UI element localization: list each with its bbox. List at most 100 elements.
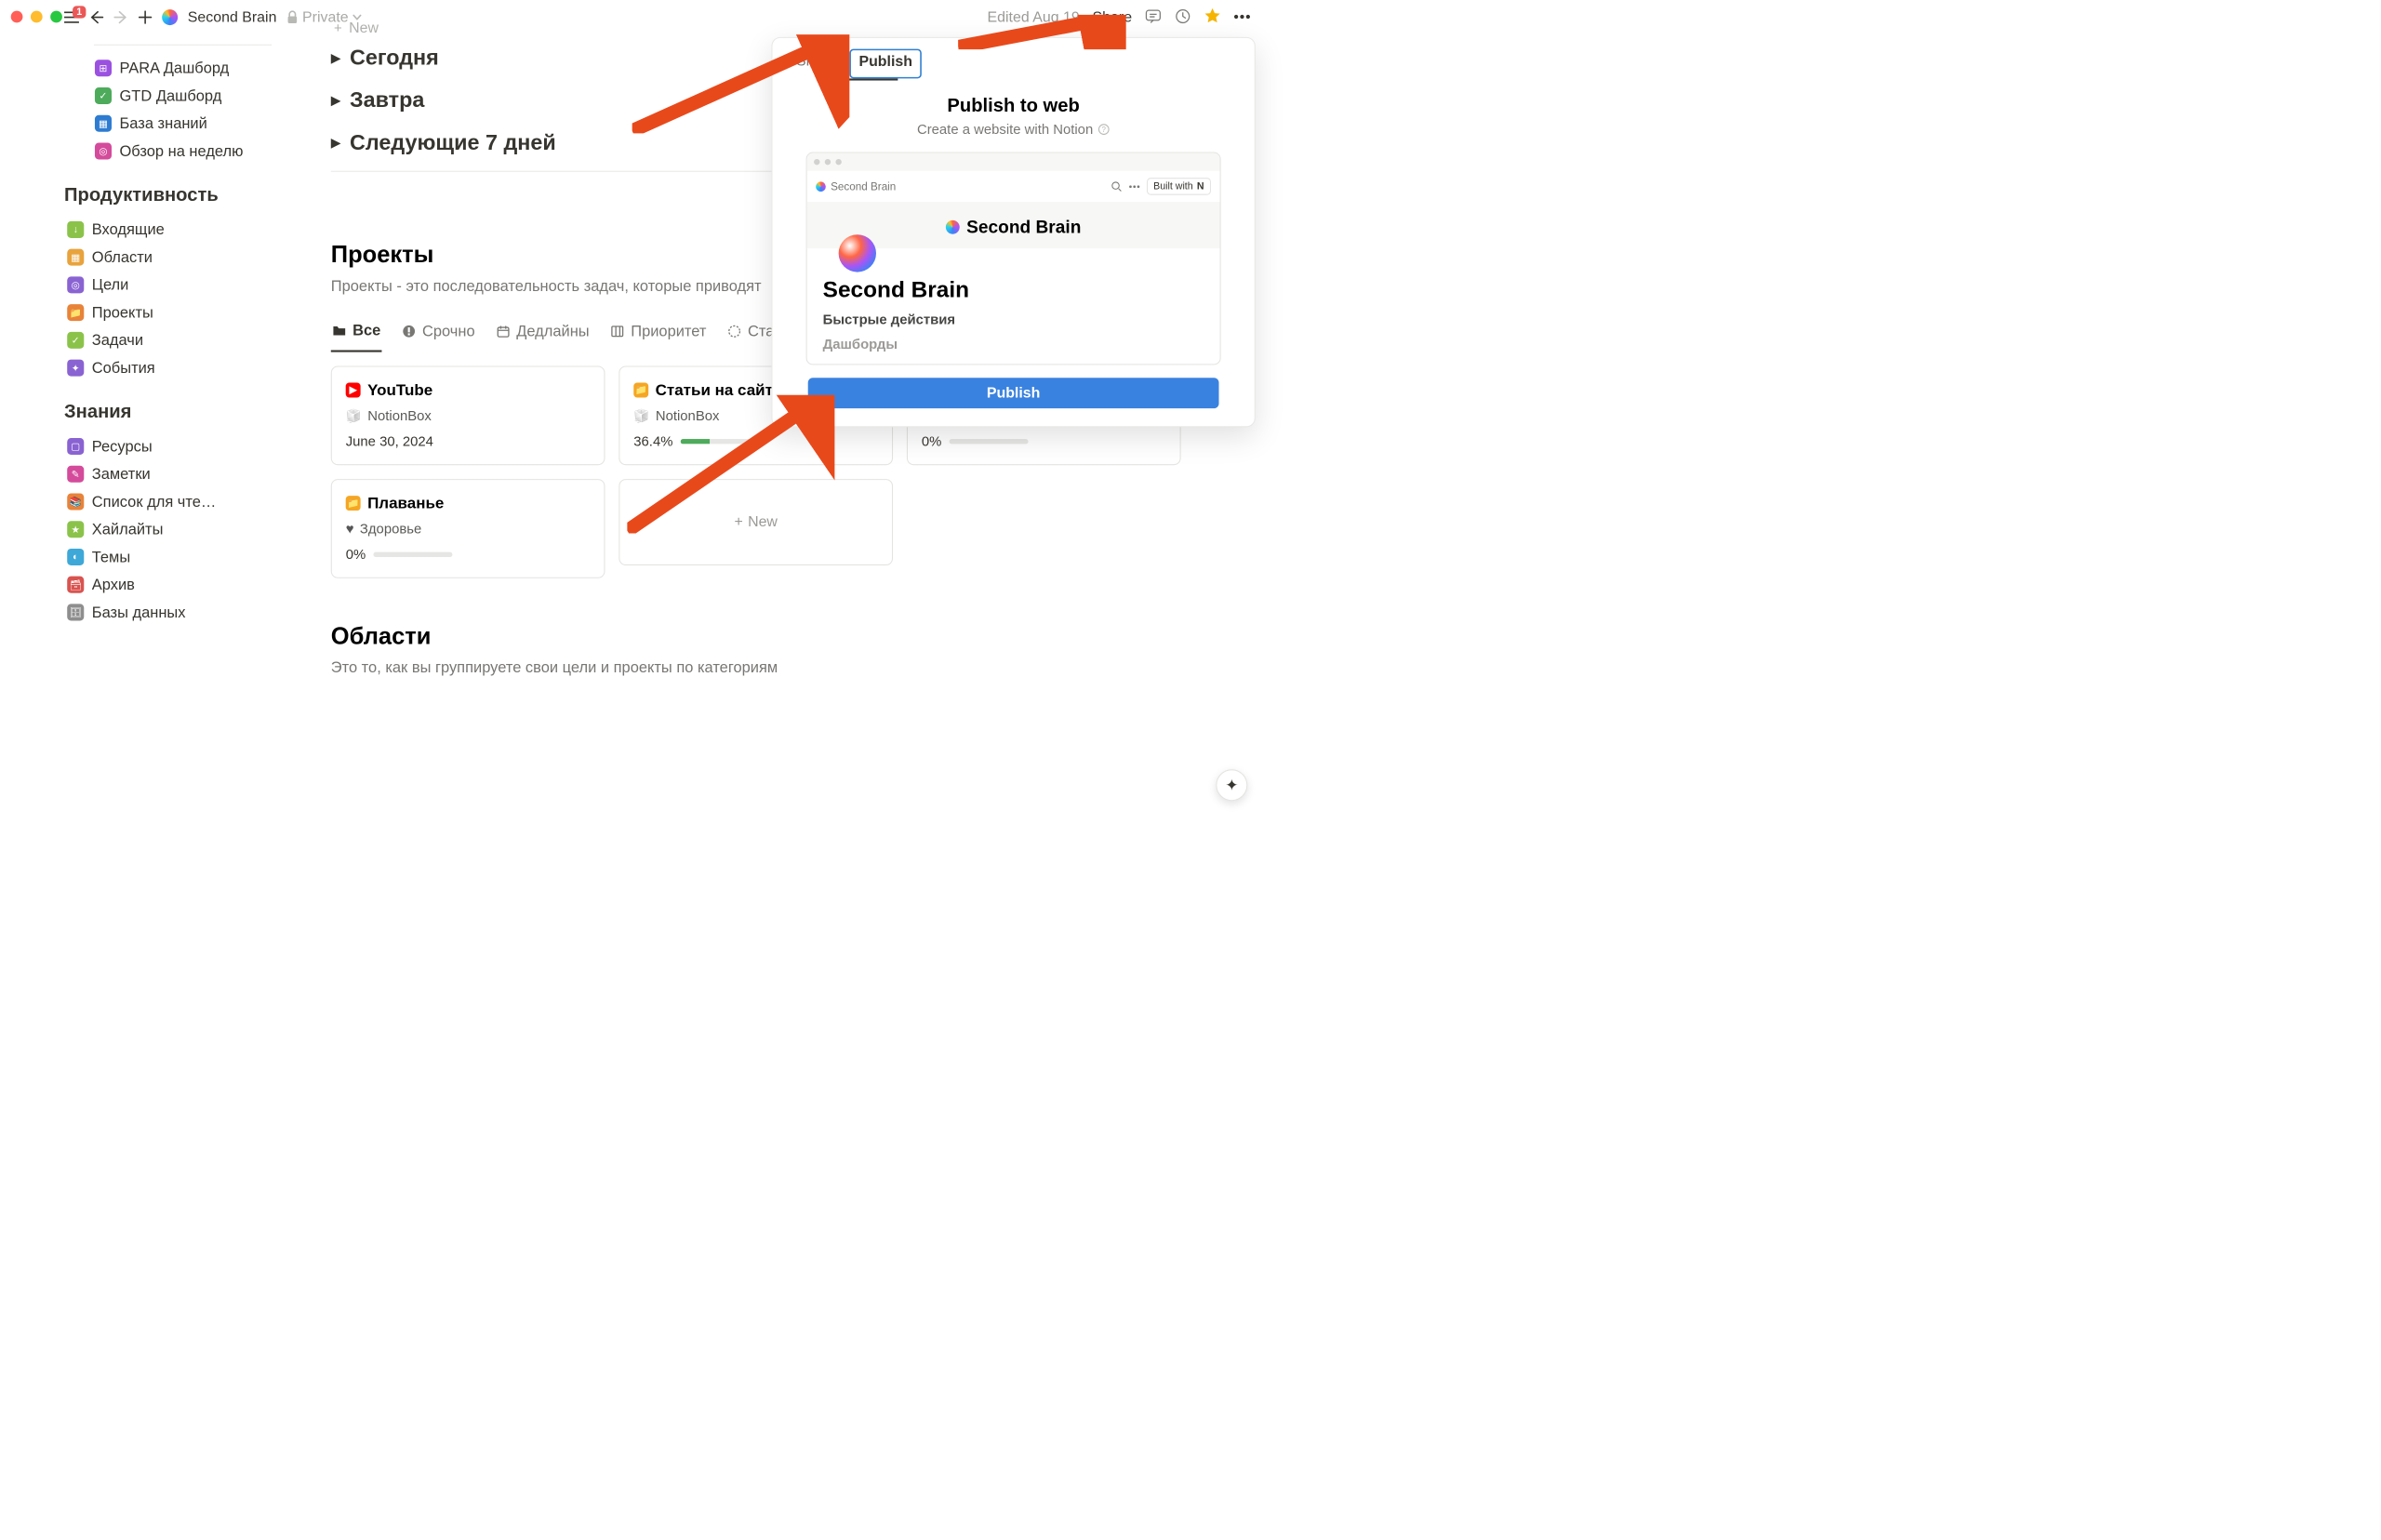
sidebar-item[interactable]: ◎ Обзор на неделю — [92, 138, 277, 166]
ai-fab-button[interactable]: ✦ — [1216, 769, 1247, 801]
sidebar-item[interactable]: ▦ База знаний — [92, 110, 277, 138]
sidebar-item-label: Заметки — [92, 465, 151, 483]
sidebar-item-label: GTD Дашборд — [120, 86, 222, 104]
card-progress-pct: 36.4% — [633, 433, 672, 449]
preview-title: Second Brain — [966, 217, 1081, 237]
sidebar: ⊞ PARA Дашборд ✓ GTD Дашборд ▦ База знан… — [64, 45, 276, 627]
card-icon: ▶ — [346, 382, 361, 397]
sidebar-item[interactable]: ✦ События — [64, 354, 276, 382]
toggle-label: Сегодня — [350, 46, 439, 71]
preview-page-icon — [839, 234, 876, 272]
new-item-ghost[interactable]: + New — [331, 20, 1265, 36]
sidebar-item-icon: ◎ — [95, 142, 112, 159]
popover-tab-share[interactable]: Share — [787, 49, 845, 79]
sidebar-heading-productivity: Продуктивность — [64, 185, 276, 206]
publish-button[interactable]: Publish — [808, 378, 1219, 408]
card-area: Здоровье — [360, 521, 421, 537]
sidebar-item[interactable]: ★ Хайлайты — [64, 515, 276, 543]
tab-icon — [610, 324, 625, 339]
new-project-card[interactable]: +New — [619, 479, 893, 565]
project-card[interactable]: ▶ YouTube 🧊NotionBox June 30, 2024 — [331, 365, 605, 465]
sidebar-item[interactable]: ▢ Ресурсы — [64, 432, 276, 460]
tab-icon — [496, 324, 511, 339]
sidebar-item[interactable]: ▦ Области — [64, 244, 276, 272]
popover-heading: Publish to web — [791, 95, 1237, 116]
sidebar-item-icon: 📁 — [67, 304, 84, 321]
sidebar-item[interactable]: 📚 Список для чте… — [64, 488, 276, 516]
sidebar-item-label: Ресурсы — [92, 437, 153, 455]
back-button[interactable] — [89, 10, 104, 25]
search-icon — [1111, 181, 1122, 192]
sidebar-item-icon: ◐ — [67, 549, 84, 565]
view-tab[interactable]: Срочно — [401, 316, 476, 351]
popover-tab-publish[interactable]: Publish — [849, 49, 922, 79]
preview-line-2: Дашборды — [823, 337, 1204, 352]
card-progress-bar — [681, 439, 760, 444]
sidebar-item-icon: ✦ — [67, 360, 84, 377]
new-tab-button[interactable] — [139, 10, 153, 24]
sidebar-toggle-button[interactable]: 1 — [64, 11, 79, 24]
sidebar-item-label: База знаний — [120, 114, 207, 132]
sidebar-item-label: Архив — [92, 576, 135, 593]
sidebar-item-icon: 🗃 — [67, 577, 84, 593]
areas-subtitle: Это то, как вы группируете свои цели и п… — [331, 658, 1265, 676]
card-progress-bar — [374, 552, 453, 557]
card-title: YouTube — [367, 380, 432, 399]
help-icon[interactable]: ? — [1098, 124, 1111, 136]
view-tab[interactable]: Приоритет — [609, 316, 708, 351]
sidebar-item-label: Цели — [92, 276, 129, 294]
project-card[interactable]: 📁 Плаванье ♥Здоровье 0% — [331, 479, 605, 578]
sidebar-item-label: Входящие — [92, 220, 165, 238]
sidebar-item-icon: ▢ — [67, 438, 84, 455]
sidebar-item-label: Хайлайты — [92, 521, 164, 538]
toggle-label: Следующие 7 дней — [350, 130, 556, 155]
publish-preview: Second Brain Built withN Second Brain Se… — [806, 153, 1221, 365]
preview-page-h1: Second Brain — [823, 276, 1204, 303]
sidebar-item[interactable]: ◐ Темы — [64, 543, 276, 571]
sidebar-item[interactable]: ↓ Входящие — [64, 216, 276, 244]
sidebar-item-icon: ⊞ — [95, 60, 112, 76]
share-popover: Share Publish Publish to web Create a we… — [771, 37, 1255, 427]
sidebar-item[interactable]: 🗄 Базы данных — [64, 599, 276, 627]
forward-button[interactable] — [113, 10, 128, 25]
new-label: New — [349, 20, 379, 36]
sidebar-item-icon: 🗄 — [67, 604, 84, 620]
view-tab[interactable]: Все — [331, 315, 382, 352]
tab-label: Приоритет — [631, 323, 706, 340]
sidebar-item[interactable]: ◎ Цели — [64, 272, 276, 299]
sidebar-item[interactable]: ⊞ PARA Дашборд — [92, 54, 277, 82]
sidebar-item-icon: ✓ — [67, 332, 84, 349]
preview-line-1: Быстрые действия — [823, 312, 1204, 327]
sidebar-item[interactable]: 📁 Проекты — [64, 299, 276, 326]
popover-subtitle: Create a website with Notion ? — [917, 122, 1110, 138]
sidebar-item-icon: ✓ — [95, 87, 112, 104]
toggle-label: Завтра — [350, 88, 424, 113]
sidebar-item-label: Обзор на неделю — [120, 142, 244, 160]
sidebar-heading-knowledge: Знания — [64, 402, 276, 423]
view-tab[interactable]: Дедлайны — [495, 316, 591, 351]
card-area: NotionBox — [367, 408, 432, 424]
sidebar-item-icon: ✎ — [67, 466, 84, 483]
sidebar-item-label: Темы — [92, 548, 130, 565]
sidebar-item[interactable]: ✓ Задачи — [64, 326, 276, 354]
breadcrumb[interactable]: Second Brain — [188, 9, 277, 26]
sidebar-item-label: Базы данных — [92, 604, 186, 621]
tab-icon — [332, 323, 347, 338]
toggle-triangle-icon: ▶ — [331, 50, 341, 65]
sidebar-item[interactable]: 🗃 Архив — [64, 571, 276, 599]
sidebar-item[interactable]: ✎ Заметки — [64, 460, 276, 488]
sidebar-item-icon: 📚 — [67, 493, 84, 510]
card-progress-pct: 0% — [922, 433, 941, 449]
sidebar-item-icon: ▦ — [95, 115, 112, 132]
card-icon: 📁 — [633, 382, 648, 397]
sidebar-item-label: Области — [92, 248, 153, 266]
sidebar-item-icon: ★ — [67, 521, 84, 538]
card-area: NotionBox — [656, 408, 720, 424]
built-with-badge: Built withN — [1147, 178, 1211, 195]
tab-label: Все — [352, 322, 380, 339]
card-title: Плаванье — [367, 494, 444, 512]
sidebar-item-label: PARA Дашборд — [120, 60, 230, 77]
sidebar-item[interactable]: ✓ GTD Дашборд — [92, 82, 277, 110]
sidebar-item-label: События — [92, 359, 155, 377]
svg-text:?: ? — [1102, 126, 1107, 134]
